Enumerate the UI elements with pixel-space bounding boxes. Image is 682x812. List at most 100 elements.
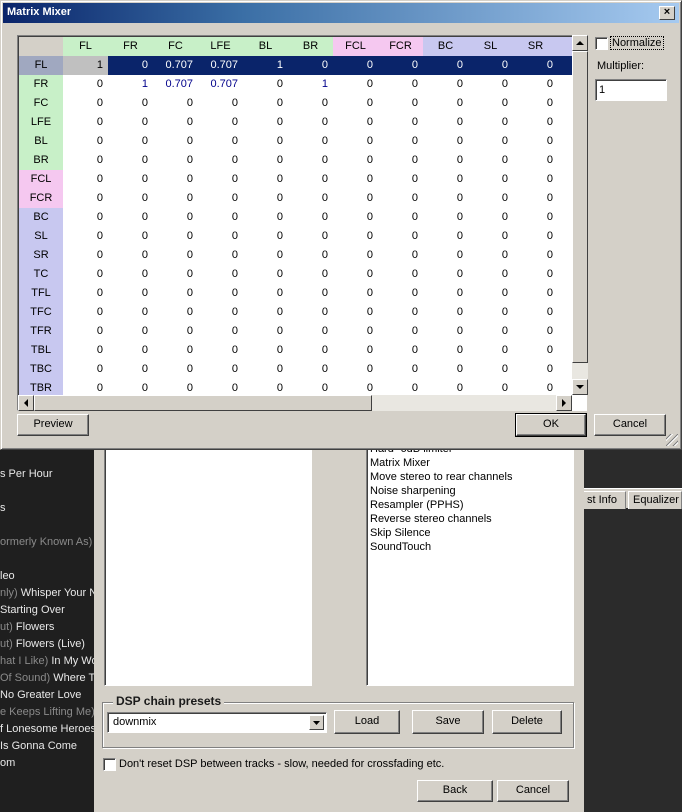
matrix-cell[interactable]: 0 [108, 113, 153, 132]
matrix-cell[interactable]: 0 [63, 113, 108, 132]
resize-grip-icon[interactable] [666, 434, 678, 446]
matrix-cell[interactable]: 0 [198, 189, 243, 208]
column-header[interactable]: FCR [378, 37, 423, 56]
matrix-cell[interactable]: 0 [468, 303, 513, 322]
matrix-cell[interactable]: 0 [63, 284, 108, 303]
delete-preset-button[interactable]: Delete [492, 710, 562, 734]
column-header[interactable]: FCL [333, 37, 378, 56]
matrix-cell[interactable]: 0 [63, 170, 108, 189]
matrix-cell[interactable]: 0 [108, 284, 153, 303]
matrix-cell[interactable]: 0 [243, 151, 288, 170]
vertical-scroll-thumb[interactable] [572, 51, 588, 363]
matrix-cell[interactable]: 0 [333, 189, 378, 208]
row-header[interactable]: BC [19, 208, 63, 227]
matrix-cell[interactable]: 0 [468, 246, 513, 265]
matrix-cell[interactable]: 0 [513, 284, 558, 303]
matrix-cell[interactable]: 0 [198, 322, 243, 341]
matrix-cell[interactable]: 0 [153, 360, 198, 379]
matrix-cell[interactable]: 0 [468, 341, 513, 360]
save-preset-button[interactable]: Save [412, 710, 484, 734]
matrix-cell[interactable]: 0 [378, 303, 423, 322]
matrix-cell[interactable]: 1 [63, 56, 108, 75]
matrix-cell[interactable]: 0 [333, 303, 378, 322]
matrix-cell[interactable]: 0 [423, 265, 468, 284]
matrix-cell[interactable]: 0 [423, 284, 468, 303]
column-header[interactable]: LFE [198, 37, 243, 56]
close-icon[interactable]: × [659, 6, 675, 20]
matrix-cell[interactable]: 0 [333, 151, 378, 170]
matrix-cell[interactable]: 0 [513, 208, 558, 227]
matrix-cell[interactable]: 0 [243, 227, 288, 246]
playlist-line[interactable] [0, 517, 96, 534]
matrix-cell[interactable]: 0 [378, 246, 423, 265]
matrix-cell[interactable]: 0 [423, 246, 468, 265]
matrix-cell[interactable]: 0 [513, 341, 558, 360]
playlist-line[interactable] [0, 551, 96, 568]
row-header[interactable]: TC [19, 265, 63, 284]
multiplier-input[interactable] [595, 79, 667, 101]
matrix-cell[interactable]: 0 [423, 227, 468, 246]
row-header[interactable]: FCL [19, 170, 63, 189]
matrix-cell[interactable]: 0 [288, 170, 333, 189]
matrix-cell[interactable]: 0 [288, 132, 333, 151]
playlist-line[interactable]: e Keeps Lifting Me) [0, 704, 96, 721]
matrix-cell[interactable]: 0 [513, 189, 558, 208]
playlist-line[interactable]: ut) Flowers [0, 619, 96, 636]
matrix-cell[interactable]: 0 [468, 56, 513, 75]
playlist-line[interactable]: om [0, 755, 96, 772]
matrix-cell[interactable]: 0 [153, 322, 198, 341]
matrix-cell[interactable]: 1 [243, 56, 288, 75]
matrix-cell[interactable]: 0 [288, 151, 333, 170]
playlist-line[interactable]: hat I Like) In My Wo [0, 653, 96, 670]
column-header[interactable]: FC [153, 37, 198, 56]
matrix-cell[interactable]: 0 [243, 341, 288, 360]
matrix-cell[interactable]: 0 [513, 246, 558, 265]
matrix-cell[interactable]: 0 [153, 170, 198, 189]
matrix-cell[interactable]: 0 [108, 303, 153, 322]
playlist-line[interactable]: Is Gonna Come [0, 738, 96, 755]
matrix-cell[interactable]: 0 [513, 379, 558, 398]
column-header[interactable]: FL [63, 37, 108, 56]
available-dsp-list[interactable]: Hard -6dB limiterMatrix MixerMove stereo… [366, 444, 574, 686]
row-header[interactable]: FCR [19, 189, 63, 208]
matrix-cell[interactable]: 0 [468, 151, 513, 170]
matrix-cell[interactable]: 0 [108, 379, 153, 398]
matrix-cell[interactable]: 0 [468, 75, 513, 94]
matrix-cell[interactable]: 0 [513, 265, 558, 284]
matrix-cell[interactable]: 0 [108, 341, 153, 360]
matrix-cell[interactable]: 0 [153, 189, 198, 208]
scroll-down-icon[interactable] [572, 379, 588, 395]
matrix-cell[interactable]: 0 [243, 208, 288, 227]
matrix-cell[interactable]: 0 [513, 322, 558, 341]
matrix-cell[interactable]: 0 [153, 303, 198, 322]
matrix-cell[interactable]: 0 [153, 132, 198, 151]
matrix-cell[interactable]: 1 [108, 75, 153, 94]
matrix-cell[interactable]: 0 [378, 379, 423, 398]
matrix-cell[interactable]: 0 [198, 246, 243, 265]
matrix-grid[interactable]: FL FR FC LFE BL BR FCL FCR BC SL SR FL 1 0 0.707 0.707 1… [17, 35, 587, 411]
matrix-cell[interactable]: 0 [513, 75, 558, 94]
matrix-cell[interactable]: 0 [198, 94, 243, 113]
matrix-cell[interactable]: 0 [468, 227, 513, 246]
matrix-cell[interactable]: 0 [108, 227, 153, 246]
matrix-cell[interactable]: 0 [468, 132, 513, 151]
playlist-line[interactable]: Of Sound) Where Th [0, 670, 96, 687]
matrix-cell[interactable]: 0 [153, 284, 198, 303]
matrix-cell[interactable]: 0 [153, 341, 198, 360]
tab-equalizer[interactable]: Equalizer [628, 491, 682, 509]
matrix-cell[interactable]: 0 [243, 284, 288, 303]
matrix-cell[interactable]: 0 [243, 132, 288, 151]
row-header[interactable]: TFL [19, 284, 63, 303]
matrix-cell[interactable]: 0 [333, 322, 378, 341]
matrix-cell[interactable]: 0 [108, 322, 153, 341]
row-header[interactable]: BL [19, 132, 63, 151]
matrix-cell[interactable]: 0 [288, 56, 333, 75]
matrix-cell[interactable]: 0 [468, 208, 513, 227]
chevron-down-icon[interactable] [309, 715, 324, 730]
matrix-cell[interactable]: 0 [423, 341, 468, 360]
matrix-cell[interactable]: 0 [468, 189, 513, 208]
matrix-cell[interactable]: 0 [423, 56, 468, 75]
matrix-cell[interactable]: 0 [333, 208, 378, 227]
matrix-cell[interactable]: 0 [288, 227, 333, 246]
normalize-checkbox[interactable] [595, 37, 608, 50]
